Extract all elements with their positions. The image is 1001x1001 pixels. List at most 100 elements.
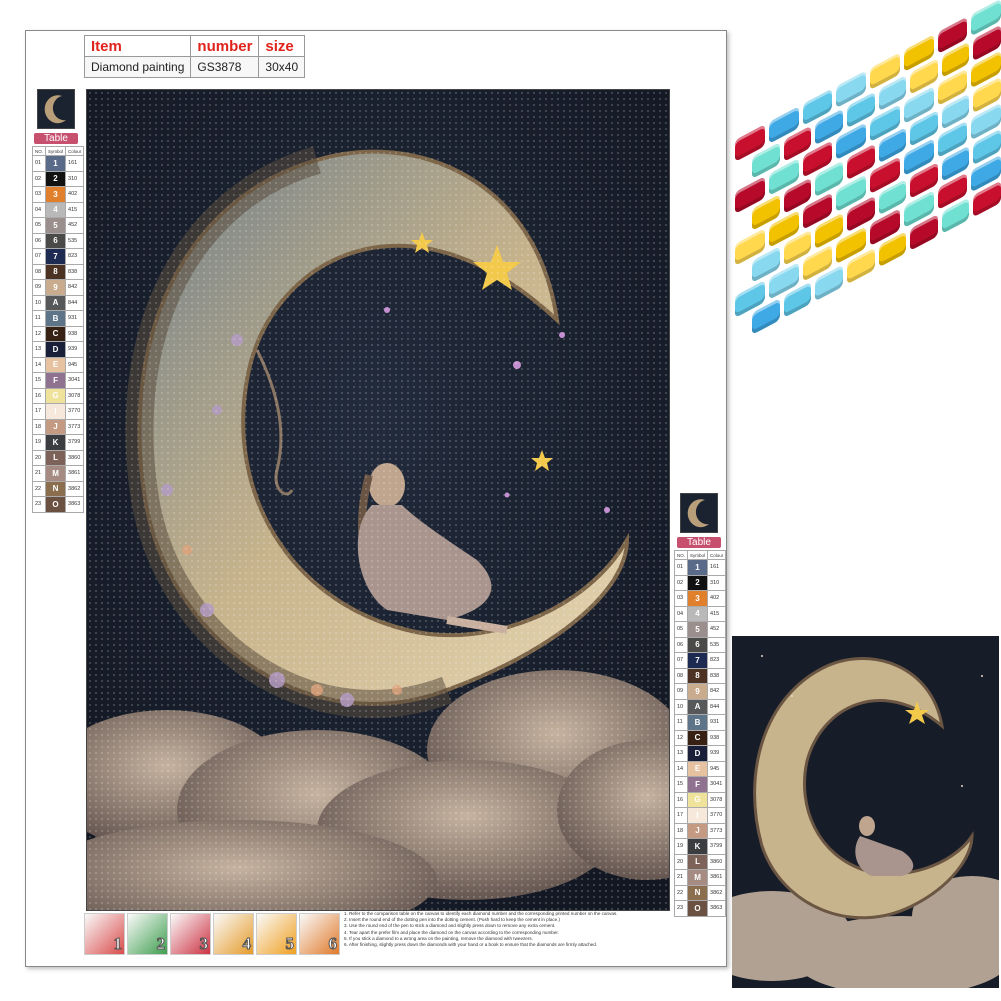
legend-row: 05 5 452 bbox=[31, 217, 85, 234]
legend-thumbnail bbox=[680, 493, 718, 533]
legend-symbol: 9 bbox=[687, 683, 709, 700]
legend-no: 09 bbox=[31, 279, 47, 296]
tool-number: 6 bbox=[328, 934, 337, 954]
legend-code: 938 bbox=[707, 729, 727, 746]
legend-no: 19 bbox=[673, 838, 689, 855]
legend-row: 01 1 161 bbox=[31, 155, 85, 172]
legend-symbol: 5 bbox=[45, 217, 67, 234]
legend-title: Table bbox=[677, 537, 721, 548]
legend-row: 06 6 535 bbox=[31, 232, 85, 249]
legend-code: 3799 bbox=[65, 434, 85, 451]
preview-image bbox=[732, 636, 999, 988]
legend-row: 13 D 939 bbox=[31, 341, 85, 358]
legend-symbol: 6 bbox=[687, 636, 709, 653]
moon-artwork bbox=[86, 89, 670, 911]
legend-no: 13 bbox=[673, 745, 689, 762]
legend-no: 07 bbox=[673, 652, 689, 669]
legend-row: 16 G 3078 bbox=[673, 791, 727, 808]
legend-row: 19 K 3799 bbox=[31, 434, 85, 451]
legend-symbol: 3 bbox=[45, 186, 67, 203]
legend-code: 535 bbox=[65, 232, 85, 249]
legend-code: 415 bbox=[65, 201, 85, 218]
product-info-table: Item number size Diamond painting GS3878… bbox=[83, 35, 306, 78]
legend-no: 23 bbox=[31, 496, 47, 513]
legend-symbol: A bbox=[687, 698, 709, 715]
legend-row: 03 3 402 bbox=[673, 590, 727, 607]
legend-row: 13 D 939 bbox=[673, 745, 727, 762]
legend-code: 3078 bbox=[65, 387, 85, 404]
legend-header-cell: Symbol bbox=[45, 146, 67, 156]
legend-code: 3041 bbox=[707, 776, 727, 793]
legend-no: 15 bbox=[31, 372, 47, 389]
legend-symbol: 4 bbox=[687, 605, 709, 622]
legend-header-row: NO. Symbol Colour bbox=[673, 550, 727, 560]
legend-symbol: M bbox=[45, 465, 67, 482]
legend-row: 12 C 938 bbox=[673, 729, 727, 746]
legend-row: 11 B 931 bbox=[673, 714, 727, 731]
legend-code: 402 bbox=[65, 186, 85, 203]
legend-row: 14 E 945 bbox=[673, 760, 727, 777]
legend-symbol: 3 bbox=[687, 590, 709, 607]
color-table-right: Table NO. Symbol Colour 01 1 161 02 2 310 03 3 402 0… bbox=[673, 493, 727, 917]
legend-symbol: G bbox=[45, 387, 67, 404]
legend-symbol: E bbox=[687, 760, 709, 777]
legend-symbol: N bbox=[45, 480, 67, 497]
gem-strip-top-right bbox=[735, 0, 1001, 470]
legend-symbol: J bbox=[687, 822, 709, 839]
legend-code: 842 bbox=[707, 683, 727, 700]
legend-symbol: 6 bbox=[45, 232, 67, 249]
legend-no: 16 bbox=[31, 387, 47, 404]
tool-image: 4 bbox=[213, 913, 254, 955]
legend-code: 3773 bbox=[707, 822, 727, 839]
legend-row: 18 J 3773 bbox=[31, 418, 85, 435]
legend-row: 04 4 415 bbox=[31, 201, 85, 218]
legend-header-row: NO. Symbol Colour bbox=[31, 146, 85, 156]
legend-no: 11 bbox=[673, 714, 689, 731]
legend-row: 08 8 838 bbox=[31, 263, 85, 280]
legend-code: 161 bbox=[65, 155, 85, 172]
legend-code: 3860 bbox=[65, 449, 85, 466]
item-value: Diamond painting bbox=[83, 56, 192, 78]
legend-code: 3770 bbox=[707, 807, 727, 824]
legend-symbol: 9 bbox=[45, 279, 67, 296]
legend-symbol: 1 bbox=[45, 155, 67, 172]
legend-row: 15 F 3041 bbox=[31, 372, 85, 389]
legend-no: 01 bbox=[31, 155, 47, 172]
legend-row: 19 K 3799 bbox=[673, 838, 727, 855]
legend-row: 06 6 535 bbox=[673, 636, 727, 653]
legend-header-cell: NO. bbox=[673, 550, 689, 560]
header-size: size bbox=[258, 35, 306, 57]
header-item: Item bbox=[83, 35, 192, 57]
legend-code: 939 bbox=[707, 745, 727, 762]
legend-title: Table bbox=[34, 133, 78, 144]
legend-row: 17 I 3770 bbox=[31, 403, 85, 420]
legend-symbol: 8 bbox=[45, 263, 67, 280]
legend-row: 08 8 838 bbox=[673, 667, 727, 684]
legend-symbol: 8 bbox=[687, 667, 709, 684]
legend-symbol: I bbox=[45, 403, 67, 420]
legend-symbol: 4 bbox=[45, 201, 67, 218]
legend-code: 823 bbox=[707, 652, 727, 669]
legend-row: 23 O 3863 bbox=[673, 900, 727, 917]
legend-no: 01 bbox=[673, 559, 689, 576]
legend-symbol: O bbox=[45, 496, 67, 513]
legend-no: 12 bbox=[673, 729, 689, 746]
legend-row: 14 E 945 bbox=[31, 356, 85, 373]
legend-no: 07 bbox=[31, 248, 47, 265]
legend-symbol: K bbox=[687, 838, 709, 855]
legend-symbol: F bbox=[45, 372, 67, 389]
legend-code: 161 bbox=[707, 559, 727, 576]
legend-no: 02 bbox=[31, 170, 47, 187]
legend-code: 3861 bbox=[707, 869, 727, 886]
legend-no: 11 bbox=[31, 310, 47, 327]
legend-symbol: 1 bbox=[687, 559, 709, 576]
legend-no: 10 bbox=[673, 698, 689, 715]
tool-number: 1 bbox=[113, 934, 122, 954]
legend-code: 3862 bbox=[65, 480, 85, 497]
legend-row: 11 B 931 bbox=[31, 310, 85, 327]
tool-image: 2 bbox=[127, 913, 168, 955]
legend-row: 01 1 161 bbox=[673, 559, 727, 576]
legend-code: 3863 bbox=[65, 496, 85, 513]
legend-no: 04 bbox=[31, 201, 47, 218]
legend-no: 06 bbox=[673, 636, 689, 653]
